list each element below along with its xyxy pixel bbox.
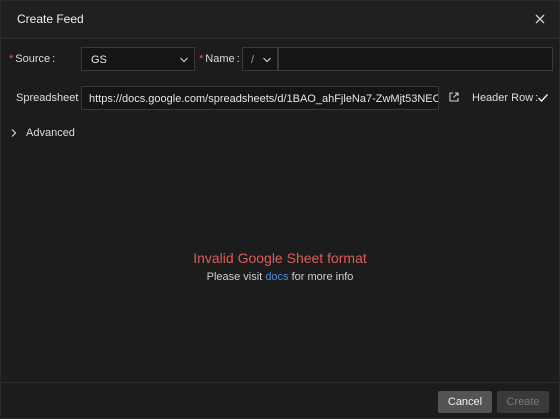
chevron-down-icon: [180, 57, 188, 63]
source-label-row: * Source:: [9, 53, 56, 65]
name-prefix-select[interactable]: /: [242, 47, 278, 71]
checkmark-icon: [538, 94, 549, 103]
advanced-label: Advanced: [26, 127, 75, 139]
create-feed-dialog: Create Feed * Source: GS * Name: / Spreads…: [0, 0, 560, 419]
close-icon[interactable]: [533, 12, 547, 26]
dialog-title: Create Feed: [17, 12, 84, 26]
spreadsheet-url-input[interactable]: https://docs.google.com/spreadsheets/d/1…: [81, 86, 439, 110]
external-link-icon[interactable]: [448, 91, 460, 103]
source-value: GS: [91, 54, 107, 66]
spreadsheet-url-value: https://docs.google.com/spreadsheets/d/1…: [89, 93, 439, 105]
name-input[interactable]: [278, 47, 553, 71]
create-button[interactable]: Create: [497, 391, 549, 413]
error-message-prefix: Please visit: [206, 271, 266, 283]
name-label-row: * Name:: [199, 53, 240, 65]
dialog-footer: Cancel Create: [1, 382, 559, 418]
error-message: Please visit docs for more info: [1, 271, 559, 283]
cancel-button[interactable]: Cancel: [438, 391, 492, 413]
error-title: Invalid Google Sheet format: [193, 250, 367, 266]
source-label: Source: [15, 53, 51, 65]
header-row-checkbox[interactable]: [537, 92, 549, 104]
dialog-header: Create Feed: [1, 1, 559, 39]
name-label: Name: [205, 53, 235, 65]
docs-link[interactable]: docs: [265, 271, 288, 283]
header-row-label: Header Row: [472, 92, 534, 104]
spreadsheet-label: Spreadsheet: [16, 92, 79, 104]
chevron-down-icon: [263, 57, 271, 63]
spreadsheet-label-row: Spreadsheet:: [16, 92, 83, 104]
error-message-suffix: for more info: [288, 271, 354, 283]
chevron-right-icon: [11, 129, 17, 137]
name-prefix-value: /: [251, 54, 255, 66]
header-row-label-row: Header Row:: [472, 92, 539, 104]
source-select[interactable]: GS: [81, 47, 195, 71]
